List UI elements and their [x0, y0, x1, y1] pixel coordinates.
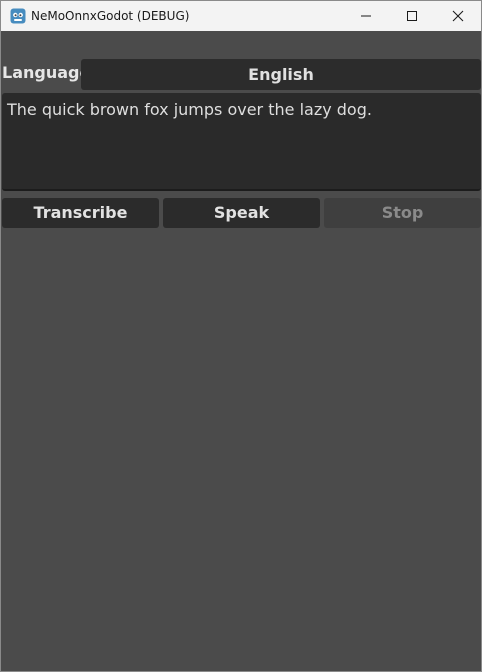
client-area: Language English The quick brown fox jum…	[1, 31, 481, 671]
text-input-area[interactable]: The quick brown fox jumps over the lazy …	[2, 93, 481, 191]
maximize-button[interactable]	[389, 1, 435, 31]
speak-button[interactable]: Speak	[163, 198, 320, 228]
godot-icon	[10, 8, 26, 24]
minimize-icon	[360, 7, 372, 26]
close-icon	[452, 7, 464, 26]
close-button[interactable]	[435, 1, 481, 31]
window-title: NeMoOnnxGodot (DEBUG)	[31, 9, 190, 23]
maximize-icon	[406, 7, 418, 26]
minimize-button[interactable]	[343, 1, 389, 31]
app-window: NeMoOnnxGodot (DEBUG) Language English T…	[0, 0, 482, 672]
stop-button[interactable]: Stop	[324, 198, 481, 228]
transcribe-button[interactable]: Transcribe	[2, 198, 159, 228]
title-bar[interactable]: NeMoOnnxGodot (DEBUG)	[1, 1, 481, 31]
language-label: Language	[2, 63, 91, 82]
language-dropdown[interactable]: English	[81, 59, 481, 90]
